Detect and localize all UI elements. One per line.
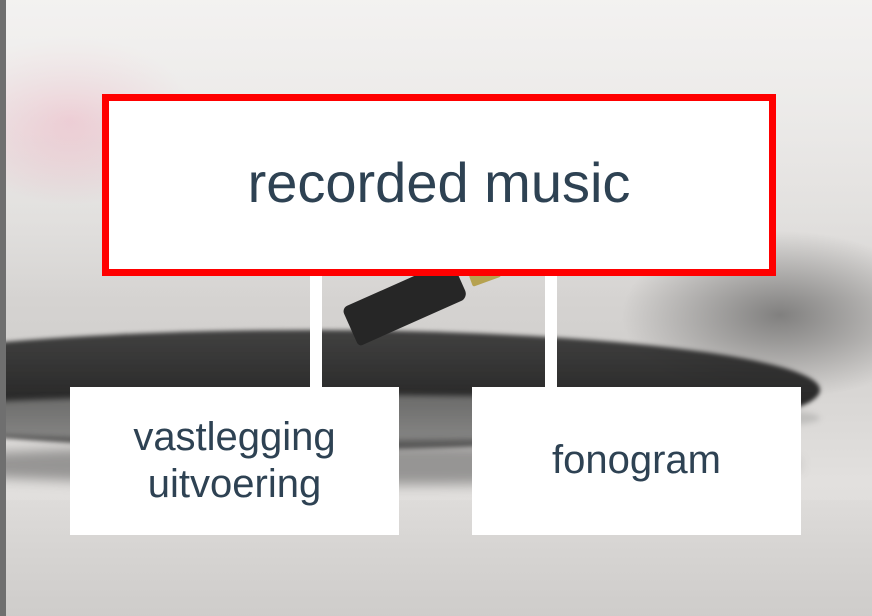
connector-right bbox=[545, 272, 557, 388]
child-node-right: fonogram bbox=[472, 387, 801, 535]
child-node-left: vastlegging uitvoering bbox=[70, 387, 399, 535]
background-left-edge bbox=[0, 0, 6, 616]
connector-left bbox=[310, 272, 322, 388]
root-node: recorded music bbox=[102, 94, 776, 276]
root-node-label: recorded music bbox=[247, 151, 631, 214]
child-node-label: fonogram bbox=[552, 438, 721, 483]
child-node-label: vastlegging uitvoering bbox=[133, 414, 336, 506]
